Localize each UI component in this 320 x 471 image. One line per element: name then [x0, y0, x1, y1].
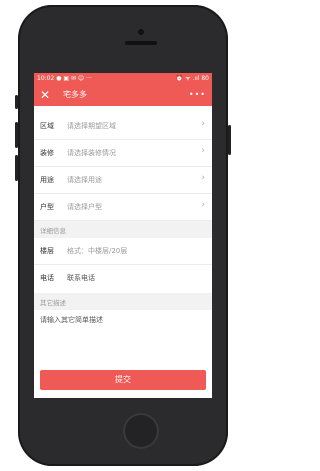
volume-up-button	[15, 122, 18, 148]
mute-switch	[15, 95, 18, 109]
floor-input[interactable]: 格式：中楼层/20层	[67, 246, 127, 256]
floor-label: 楼层	[40, 247, 54, 255]
region-select-row[interactable]: 区域 请选择期望区域 ›	[34, 113, 212, 140]
app-title: 宅多多	[63, 90, 87, 99]
chevron-right-icon: ›	[201, 200, 205, 210]
phone-label: 电话	[40, 274, 54, 282]
layout-select-row[interactable]: 户型 请选择户型 ›	[34, 194, 212, 221]
submit-button[interactable]: 提交	[40, 370, 206, 390]
app-bar: ✕ 宅多多 •••	[34, 84, 212, 106]
status-right-icons: ⏰ ᯤ .ııl 80	[175, 75, 209, 82]
layout-placeholder: 请选择户型	[67, 203, 102, 211]
status-bar: 10:02 ● ▣ ✉ ☺ ··· ⏰ ᯤ .ııl 80	[34, 73, 212, 84]
usage-label: 用途	[40, 176, 54, 184]
status-left: 10:02 ● ▣ ✉ ☺ ···	[37, 73, 92, 84]
decoration-label: 装修	[40, 149, 54, 157]
usage-placeholder: 请选择用途	[67, 176, 102, 184]
close-icon[interactable]: ✕	[40, 87, 50, 103]
decoration-placeholder: 请选择装修情况	[67, 149, 116, 157]
floor-field-row[interactable]: 楼层 格式：中楼层/20层	[34, 238, 212, 265]
other-section-header: 其它描述	[34, 293, 212, 310]
chevron-right-icon: ›	[201, 119, 205, 129]
region-placeholder: 请选择期望区域	[67, 122, 116, 130]
layout-label: 户型	[40, 203, 54, 211]
power-button	[228, 125, 231, 155]
screen: 10:02 ● ▣ ✉ ☺ ··· ⏰ ᯤ .ııl 80 ✕ 宅多多 ••• …	[34, 73, 212, 398]
status-time: 10:02	[37, 75, 55, 82]
usage-select-row[interactable]: 用途 请选择用途 ›	[34, 167, 212, 194]
description-textarea[interactable]: 请输入其它简单描述	[40, 315, 103, 325]
home-button[interactable]	[123, 413, 159, 449]
phone-input[interactable]: 联系电话	[67, 273, 95, 283]
decoration-select-row[interactable]: 装修 请选择装修情况 ›	[34, 140, 212, 167]
phone-field-row[interactable]: 电话 联系电话	[34, 265, 212, 291]
front-camera	[138, 29, 144, 35]
chevron-right-icon: ›	[201, 173, 205, 183]
more-options-icon[interactable]: •••	[189, 88, 206, 102]
details-section-title: 详细信息	[40, 227, 66, 235]
earpiece	[125, 41, 157, 45]
notification-icons: ● ▣ ✉ ☺ ···	[56, 75, 92, 82]
chevron-right-icon: ›	[201, 146, 205, 156]
volume-down-button	[15, 155, 18, 181]
other-section-title: 其它描述	[40, 299, 66, 307]
region-label: 区域	[40, 122, 54, 130]
details-section-header: 详细信息	[34, 221, 212, 238]
